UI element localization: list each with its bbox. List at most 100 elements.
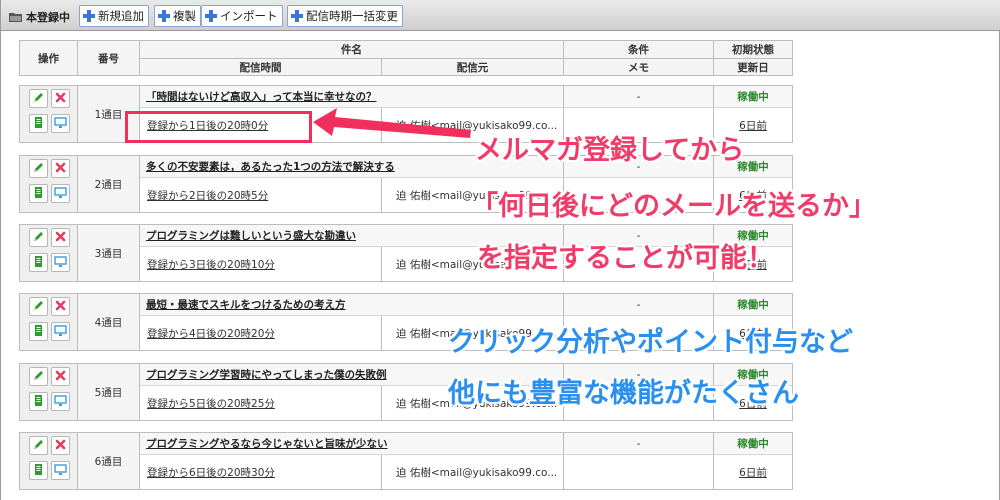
copy-button[interactable] [29, 184, 48, 203]
edit-button[interactable] [29, 89, 48, 108]
pencil-icon [32, 230, 45, 246]
preview-button[interactable] [51, 253, 70, 272]
header-sender: 配信元 [381, 58, 564, 76]
row-send-time-link[interactable]: 登録から6日後の20時30分 [140, 455, 382, 489]
row-memo: - [564, 86, 714, 108]
monitor-icon [54, 186, 67, 202]
row-actions [20, 294, 78, 350]
copy-button[interactable] [29, 392, 48, 411]
x-icon [54, 438, 67, 454]
panel-title: 本登録中 [9, 8, 70, 26]
header-subject: 件名 [139, 40, 564, 59]
row-actions [20, 433, 78, 489]
header-number: 番号 [77, 40, 140, 76]
edit-button[interactable] [29, 297, 48, 316]
row-number: 6通目 [78, 433, 140, 489]
arrow-icon [313, 108, 471, 138]
document-icon [32, 394, 45, 410]
x-icon [54, 299, 67, 315]
delete-button[interactable] [51, 297, 70, 316]
duplicate-button[interactable]: 複製 [154, 5, 201, 27]
delete-button[interactable] [51, 159, 70, 178]
document-icon [32, 255, 45, 271]
bulk-schedule-change-button[interactable]: 配信時期一括変更 [287, 5, 403, 27]
monitor-icon [54, 463, 67, 479]
row-sender: 迫 佑樹<mail@yukisako99.co... [382, 455, 564, 489]
callout-blue-line-2: 他にも豊富な機能がたくさん [448, 378, 799, 409]
callout-blue-line-1: クリック分析やポイント付与など [448, 327, 853, 358]
folder-icon [9, 13, 22, 22]
row-status: 稼働中 [714, 294, 792, 316]
pencil-icon [32, 438, 45, 454]
callout-pink-line-2: 「何日後にどのメールを送るか」 [471, 191, 876, 222]
monitor-icon [54, 255, 67, 271]
preview-button[interactable] [51, 392, 70, 411]
monitor-icon [54, 394, 67, 410]
plus-icon [291, 10, 303, 22]
row-send-time-link[interactable]: 登録から2日後の20時5分 [140, 178, 382, 212]
header-updated: 更新日 [713, 58, 793, 76]
row-send-time-link[interactable]: 登録から5日後の20時25分 [140, 386, 382, 420]
delete-button[interactable] [51, 89, 70, 108]
copy-button[interactable] [29, 322, 48, 341]
row-actions [20, 364, 78, 420]
copy-button[interactable] [29, 114, 48, 133]
row-memo: - [564, 433, 714, 455]
row-number: 4通目 [78, 294, 140, 350]
plus-icon [158, 10, 170, 22]
callout-pink-line-1: メルマガ登録してから [475, 135, 745, 166]
preview-button[interactable] [51, 322, 70, 341]
header-condition: 条件 [563, 40, 714, 59]
import-button[interactable]: インポート [201, 5, 283, 27]
toolbar: 本登録中 新規追加 複製 インポート 配信時期一括変更 [1, 0, 1000, 31]
edit-button[interactable] [29, 436, 48, 455]
row-actions [20, 225, 78, 281]
x-icon [54, 230, 67, 246]
preview-button[interactable] [51, 461, 70, 480]
row-send-time-link[interactable]: 登録から4日後の20時20分 [140, 316, 382, 350]
document-icon [32, 116, 45, 132]
copy-button[interactable] [29, 461, 48, 480]
preview-button[interactable] [51, 184, 70, 203]
monitor-icon [54, 116, 67, 132]
panel-title-label: 本登録中 [26, 11, 70, 24]
plus-icon [205, 10, 217, 22]
row-status: 稼働中 [714, 86, 792, 108]
row-memo-empty [564, 455, 714, 489]
document-icon [32, 186, 45, 202]
import-button-label: インポート [220, 9, 278, 23]
table-header: 操作 番号 件名 配信時間 配信元 条件 メモ 初期状態 更新日 [19, 40, 793, 76]
x-icon [54, 161, 67, 177]
pencil-icon [32, 91, 45, 107]
row-subject-link[interactable]: 最短・最速でスキルをつけるための考え方 [140, 294, 564, 316]
delete-button[interactable] [51, 436, 70, 455]
row-number: 2通目 [78, 156, 140, 212]
edit-button[interactable] [29, 159, 48, 178]
row-subject-link[interactable]: プログラミングやるなら今じゃないと旨味が少ない [140, 433, 564, 455]
document-icon [32, 463, 45, 479]
row-number: 3通目 [78, 225, 140, 281]
delete-button[interactable] [51, 228, 70, 247]
monitor-icon [54, 324, 67, 340]
copy-button[interactable] [29, 253, 48, 272]
pencil-icon [32, 369, 45, 385]
edit-button[interactable] [29, 228, 48, 247]
row-send-time-link[interactable]: 登録から3日後の20時10分 [140, 247, 382, 281]
row-actions [20, 156, 78, 212]
delete-button[interactable] [51, 367, 70, 386]
header-send-time: 配信時間 [139, 58, 382, 76]
header-initial-state: 初期状態 [713, 40, 793, 59]
add-new-button-label: 新規追加 [98, 9, 144, 23]
preview-button[interactable] [51, 114, 70, 133]
row-updated-link[interactable]: 6日前 [714, 455, 792, 489]
row-number: 5通目 [78, 364, 140, 420]
row-memo: - [564, 294, 714, 316]
add-new-button[interactable]: 新規追加 [79, 5, 149, 27]
send-time-highlight-box [125, 111, 312, 143]
main-frame: 本登録中 新規追加 複製 インポート 配信時期一括変更 操作 番号 件名 配信時… [0, 0, 1000, 500]
pencil-icon [32, 161, 45, 177]
callout-pink-line-3: を指定することが可能！ [477, 243, 774, 274]
pencil-icon [32, 299, 45, 315]
row-actions [20, 86, 78, 142]
edit-button[interactable] [29, 367, 48, 386]
